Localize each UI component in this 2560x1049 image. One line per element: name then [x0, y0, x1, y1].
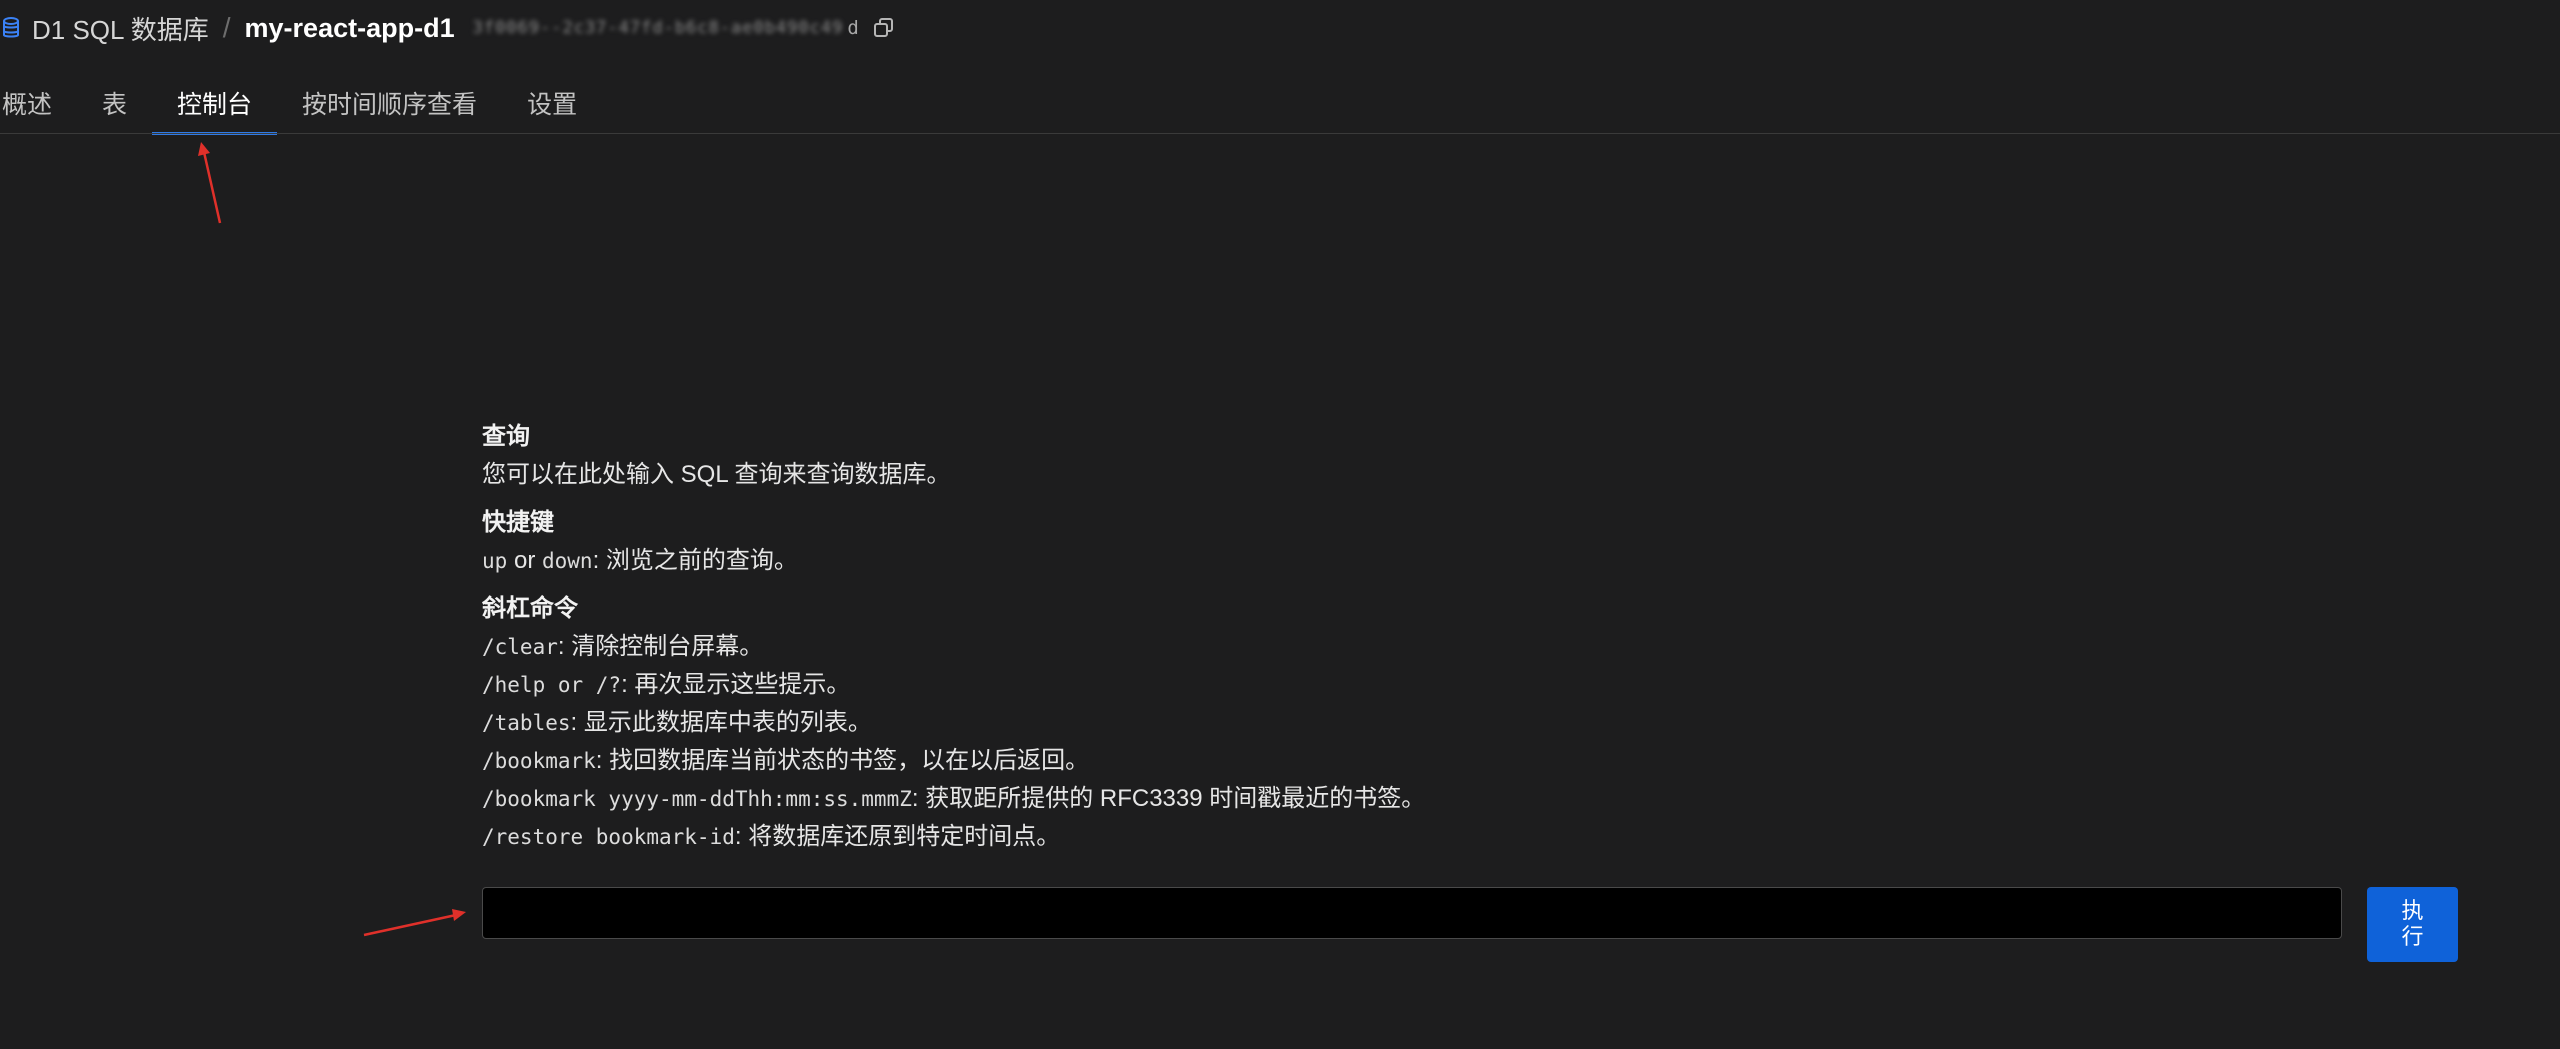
- slash-command-desc: : 再次显示这些提示。: [621, 671, 851, 698]
- slash-command-row: /restore bookmark-id: 将数据库还原到特定时间点。: [482, 818, 2282, 856]
- help-shortcuts-text: up or down: 浏览之前的查询。: [482, 542, 2282, 580]
- slash-command: /restore bookmark-id: [482, 825, 735, 849]
- slash-command: /clear: [482, 635, 558, 659]
- sql-console-input[interactable]: [482, 887, 2342, 939]
- help-shortcuts-title: 快捷键: [482, 509, 554, 536]
- copy-icon[interactable]: [873, 17, 895, 39]
- shortcut-desc: : 浏览之前的查询。: [592, 547, 798, 574]
- breadcrumb: D1 SQL 数据库 / my-react-app-d1 3f0069--2c3…: [0, 8, 895, 48]
- help-slash-section: 斜杠命令 /clear: 清除控制台屏幕。 /help or /?: 再次显示这…: [482, 590, 2282, 856]
- tab-label: 概述: [2, 91, 53, 119]
- tab-label: 表: [102, 91, 128, 119]
- slash-command: /tables: [482, 711, 571, 735]
- breadcrumb-separator: /: [222, 12, 231, 43]
- annotation-arrow-input: [363, 909, 466, 937]
- database-name: my-react-app-d1: [244, 12, 455, 43]
- key-down: down: [541, 549, 593, 573]
- tab-time-travel[interactable]: 按时间顺序查看: [277, 72, 502, 134]
- tab-label: 设置: [527, 91, 578, 119]
- help-slash-title: 斜杠命令: [482, 595, 578, 622]
- slash-command-desc: : 将数据库还原到特定时间点。: [734, 823, 1061, 850]
- slash-command-row: /clear: 清除控制台屏幕。: [482, 628, 2282, 666]
- help-shortcuts-section: 快捷键 up or down: 浏览之前的查询。: [482, 504, 2282, 580]
- slash-command: /help or /?: [482, 673, 622, 697]
- help-query-title: 查询: [482, 423, 530, 450]
- tab-label: 控制台: [177, 91, 253, 119]
- tab-label: 按时间顺序查看: [302, 91, 478, 119]
- database-id-end: d: [847, 17, 859, 39]
- tab-divider: [0, 133, 2560, 134]
- slash-command: /bookmark: [482, 749, 596, 773]
- breadcrumb-product-link[interactable]: D1 SQL 数据库: [32, 10, 209, 47]
- database-icon: [0, 15, 22, 41]
- slash-command-row: /bookmark: 找回数据库当前状态的书签，以在以后返回。: [482, 742, 2282, 780]
- key-up: up: [482, 549, 508, 573]
- tab-tables[interactable]: 表: [77, 72, 152, 134]
- annotation-arrow-tab: [198, 142, 222, 224]
- database-id: 3f0069--2c37-47fd-b6c8-ae0b490c49: [472, 18, 844, 38]
- tab-console[interactable]: 控制台: [152, 72, 278, 135]
- slash-command-row: /bookmark yyyy-mm-ddThh:mm:ss.mmmZ: 获取距所…: [482, 780, 2282, 818]
- slash-command-desc: : 找回数据库当前状态的书签，以在以后返回。: [595, 747, 1090, 774]
- slash-command-desc: : 显示此数据库中表的列表。: [570, 709, 872, 736]
- slash-command-row: /help or /?: 再次显示这些提示。: [482, 666, 2282, 704]
- tab-bar: 概述 表 控制台 按时间顺序查看 设置: [0, 72, 604, 135]
- slash-command: /bookmark yyyy-mm-ddThh:mm:ss.mmmZ: [482, 787, 912, 811]
- shortcut-or: or: [507, 547, 542, 574]
- execute-button[interactable]: 执行: [2367, 887, 2458, 962]
- d1-console-page: D1 SQL 数据库 / my-react-app-d1 3f0069--2c3…: [0, 0, 2560, 1049]
- help-query-text: 您可以在此处输入 SQL 查询来查询数据库。: [482, 461, 951, 488]
- slash-command-desc: : 获取距所提供的 RFC3339 时间戳最近的书签。: [911, 785, 1426, 812]
- tab-overview[interactable]: 概述: [0, 72, 77, 134]
- slash-command-row: /tables: 显示此数据库中表的列表。: [482, 704, 2282, 742]
- slash-command-desc: : 清除控制台屏幕。: [557, 633, 764, 660]
- console-help: 查询 您可以在此处输入 SQL 查询来查询数据库。 快捷键 up or down…: [482, 418, 2282, 866]
- tab-settings[interactable]: 设置: [502, 72, 602, 134]
- help-query-section: 查询 您可以在此处输入 SQL 查询来查询数据库。: [482, 418, 2282, 494]
